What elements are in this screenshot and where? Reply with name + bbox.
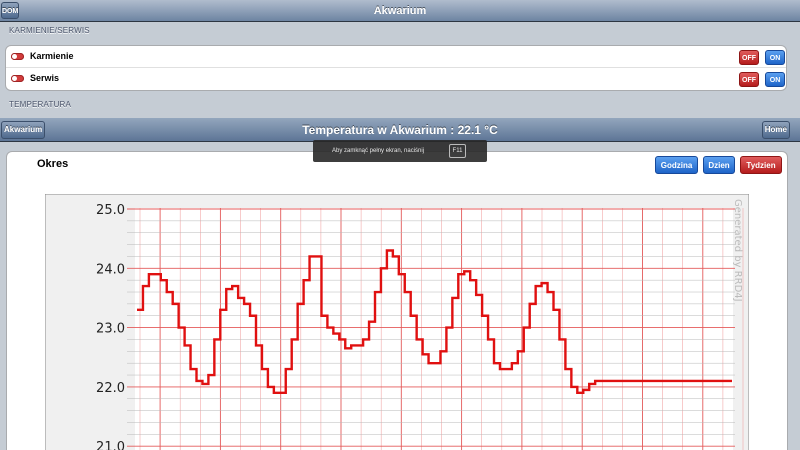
y-tick-label: 24.0 — [96, 262, 125, 277]
godzina-button[interactable]: Godzina — [655, 156, 698, 174]
service-on-button[interactable]: ON — [765, 72, 785, 87]
chart-title-bar: Akwarium Temperatura w Akwarium : 22.1 °… — [0, 118, 800, 142]
feeding-row: Karmienie OFF ON — [6, 46, 786, 68]
home-button[interactable]: Home — [761, 121, 790, 139]
service-off-button[interactable]: OFF — [739, 72, 759, 87]
feeding-panel: Karmienie OFF ON Serwis OFF ON — [5, 45, 787, 91]
toggle-icon[interactable] — [11, 53, 24, 60]
okres-label: Okres — [37, 158, 69, 170]
y-tick-label: 21.0 — [96, 440, 125, 450]
service-row: Serwis OFF ON — [6, 68, 786, 90]
feeding-section-title: KARMIENIE/SERWIS — [9, 26, 90, 35]
chart-page-title: Temperatura w Akwarium : 22.1 °C — [302, 123, 498, 137]
plot-area — [135, 208, 733, 450]
y-tick-label: 22.0 — [96, 381, 125, 396]
toast-text: Aby zamknąć pełny ekran, naciśnij — [332, 148, 425, 154]
fullscreen-toast: Aby zamknąć pełny ekran, naciśnij F11 — [313, 140, 487, 162]
dom-back-button[interactable]: DOM — [1, 2, 19, 19]
y-tick-label: 25.0 — [96, 203, 125, 218]
feeding-off-button[interactable]: OFF — [739, 50, 759, 65]
temperature-chart: 25.0 24.0 23.0 22.0 21.0 Generated by RRD4J — [45, 194, 749, 450]
service-label: Serwis — [30, 73, 60, 83]
toggle-icon[interactable] — [11, 75, 24, 82]
feeding-label: Karmienie — [30, 51, 74, 61]
top-bar: DOM Akwarium — [0, 0, 800, 22]
temperature-section-title: TEMPERATURA — [9, 100, 72, 109]
y-tick-label: 23.0 — [96, 322, 125, 337]
chart-panel: Okres Godzina Dzien Tydzien 25.0 24.0 23.0… — [6, 151, 788, 450]
akwarium-back-button[interactable]: Akwarium — [1, 121, 46, 139]
f11-key: F11 — [449, 144, 466, 158]
dzien-button[interactable]: Dzien — [703, 156, 735, 174]
app-title: Akwarium — [373, 5, 427, 17]
chart-watermark: Generated by RRD4J — [732, 199, 743, 302]
tydzien-button[interactable]: Tydzien — [740, 156, 782, 174]
feeding-on-button[interactable]: ON — [765, 50, 785, 65]
